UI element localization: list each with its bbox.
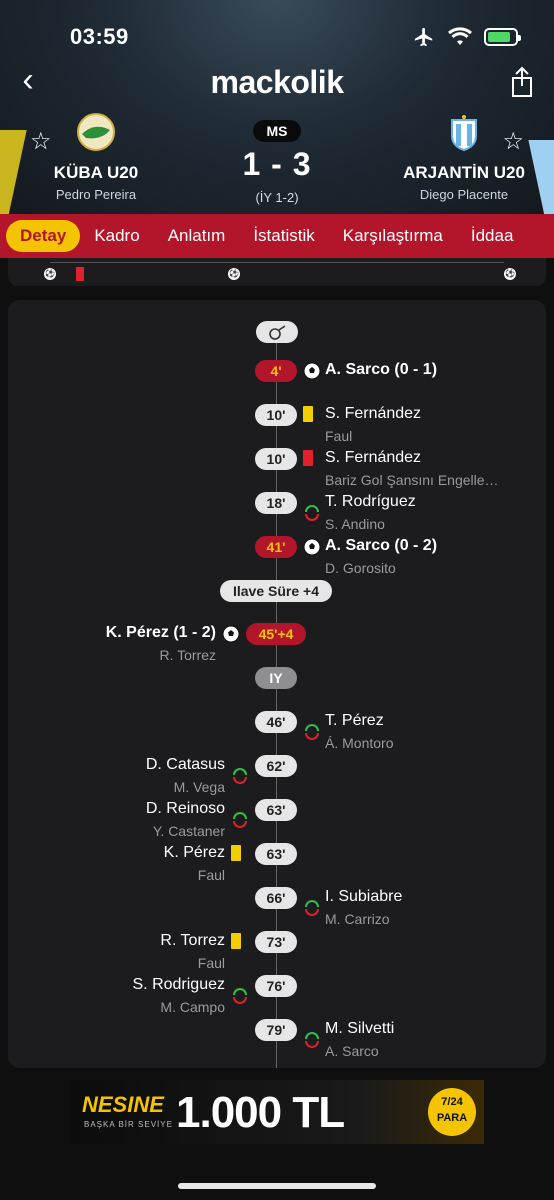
event-player[interactable]: S. Fernández [325,449,421,467]
event-detail: S. Andino [325,516,385,532]
goal-ball-icon [222,625,240,643]
tab-bar: Detay Kadro Anlatım İstatistik Karşılaşt… [0,214,554,258]
event-minute: 4' [255,360,297,382]
home-indicator[interactable] [178,1183,376,1189]
away-team[interactable]: ARJANTİN U20 Diego Placente [374,112,554,202]
substitution-icon [233,768,247,784]
event-player[interactable]: S. Rodriguez [133,976,226,994]
substitution-icon [233,812,247,828]
goal-ball-icon [303,538,321,556]
share-button[interactable] [502,62,542,102]
event-detail: Á. Montoro [325,735,394,751]
yellow-card-icon [231,933,241,949]
event-detail: Faul [325,428,353,444]
substitution-icon [233,988,247,1004]
yellow-card-icon [231,845,241,861]
substitution-icon [305,900,319,916]
yellow-card-icon [303,406,313,422]
event-minute: 10' [255,404,297,426]
event-player[interactable]: K. Pérez (1 - 2) [106,624,216,642]
tab-anlatim[interactable]: Anlatım [154,220,240,252]
event-player[interactable]: A. Sarco (0 - 1) [325,361,437,379]
added-time-marker: Ilave Süre +4 [220,580,332,602]
red-card-icon [303,450,313,466]
event-player[interactable]: D. Catasus [146,756,225,774]
event-player[interactable]: D. Reinoso [146,800,225,818]
event-detail: A. Sarco [325,1043,379,1059]
event-minute: 46' [255,711,297,733]
match-status-badge: MS [253,120,301,142]
event-minute: 18' [255,492,297,514]
battery-icon [484,28,521,46]
event-minute: 63' [255,799,297,821]
away-team-name: ARJANTİN U20 [403,163,525,182]
event-detail: Faul [197,955,225,971]
ad-amount: 1.000 TL [176,1088,345,1137]
ad-tagline: BAŞKA BİR SEVİYE [84,1120,173,1129]
event-minute: 41' [255,536,297,558]
ad-brand: NESINE [82,1092,164,1117]
airplane-icon [414,27,433,47]
event-player[interactable]: R. Torrez [160,932,225,950]
substitution-icon [305,1032,319,1048]
event-minute: 79' [255,1019,297,1041]
mini-goal-icon: ⚽ [228,268,240,280]
timeline-line [276,330,277,1068]
event-player[interactable]: S. Fernández [325,405,421,423]
tab-kadro[interactable]: Kadro [80,220,153,252]
event-detail: M. Campo [160,999,225,1015]
ad-badge-line2: PARA [436,1112,468,1124]
tab-karsilastirma[interactable]: Karşılaştırma [329,220,457,252]
event-minute: 66' [255,887,297,909]
goal-ball-icon [303,362,321,380]
tab-iddaa[interactable]: İddaa [457,220,528,252]
tab-istatistik[interactable]: İstatistik [239,220,328,252]
ad-badge-line1: 7/24 [441,1096,463,1108]
events-timeline: 4' A. Sarco (0 - 1) 10' S. Fernández Faul 10'… [8,300,546,1068]
event-detail: R. Torrez [159,647,216,663]
timeline-summary-strip: ⚽ ⚽ ⚽ [8,258,546,286]
substitution-icon [305,505,319,521]
share-icon [512,66,532,97]
event-detail: D. Gorosito [325,560,396,576]
match-header: 03:59 ‹ mackolik ☆ ☆ KÜBA U20 Pedro Pere… [0,0,554,220]
event-player[interactable]: M. Silvetti [325,1020,394,1038]
whistle-icon [256,321,298,343]
event-minute: 45'+4 [246,623,306,645]
event-minute: 10' [255,448,297,470]
status-time: 03:59 [70,24,129,49]
event-minute: 73' [255,931,297,953]
event-minute: 62' [255,755,297,777]
event-player[interactable]: T. Rodríguez [325,493,416,511]
mini-goal-icon: ⚽ [44,268,56,280]
event-detail: M. Carrizo [325,911,390,927]
half-time-marker: IY [255,667,297,689]
event-detail: Y. Castaner [152,823,225,839]
tab-detay[interactable]: Detay [6,220,81,252]
status-icons [412,26,521,48]
mini-goal-icon: ⚽ [504,268,516,280]
event-player[interactable]: A. Sarco (0 - 2) [325,537,437,555]
away-team-logo-icon [451,115,477,152]
event-player[interactable]: K. Pérez [164,844,225,862]
app-logo: mackolik [210,64,344,100]
ad-badge: 7/24 PARA [428,1088,476,1136]
event-player[interactable]: I. Subiabre [325,888,402,906]
event-player[interactable]: T. Pérez [325,712,384,730]
event-detail: Faul [197,867,225,883]
mini-red-card-icon [76,267,84,281]
event-minute: 76' [255,975,297,997]
substitution-icon [305,724,319,740]
wifi-icon [448,27,472,45]
event-minute: 63' [255,843,297,865]
away-team-coach: Diego Placente [419,187,509,202]
advertisement-banner[interactable]: NESINE BAŞKA BİR SEVİYE 1.000 TL 7/24 PA… [70,1080,484,1144]
event-detail: M. Vega [173,779,225,795]
event-detail: Bariz Gol Şansını Engelle… [325,472,499,488]
